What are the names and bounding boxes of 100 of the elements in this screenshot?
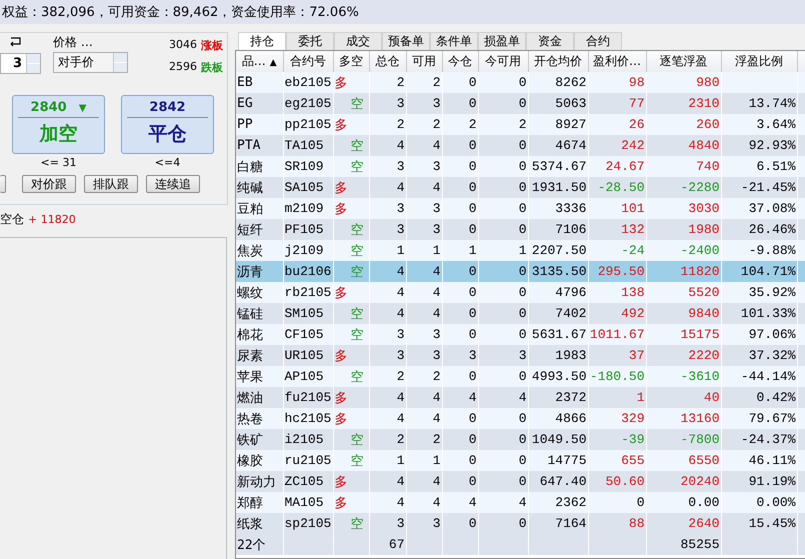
table-cell: 2 <box>518 117 526 132</box>
table-row[interactable]: PTA TA105 空 4 4 0 0 4674 242 4840 92.93% <box>236 135 805 156</box>
contract-cell: ru2105 <box>284 453 332 468</box>
tab[interactable]: 委托 <box>286 32 334 50</box>
column-header[interactable]: 开仓均价 <box>528 51 588 72</box>
table-cell: 1931.50 <box>532 180 586 195</box>
column-header[interactable]: 总仓 <box>369 51 406 72</box>
price-label: 价格 … <box>53 34 94 51</box>
table-cell: 0 <box>518 306 526 321</box>
follow-button[interactable]: 排队跟 <box>84 175 138 193</box>
tab[interactable]: 损盈单 <box>478 32 526 50</box>
column-header[interactable]: 逐笔浮盈 <box>646 51 721 72</box>
table-cell: 1 <box>396 453 404 468</box>
table-row[interactable]: 焦炭 j2109 空 1 1 1 1 2207.50 -24 -2400 -9.88% <box>236 240 805 261</box>
table-row[interactable]: 锰硅 SM105 空 4 4 0 0 7402 492 9840 101.33% <box>236 303 805 324</box>
contract-cell: j2109 <box>284 243 324 258</box>
order-button[interactable]: 2842 平仓 <box>121 95 214 154</box>
spin-arrows-icon[interactable] <box>113 53 127 72</box>
column-header[interactable]: 合约号 <box>283 51 333 72</box>
table-cell: 24.67 <box>605 159 644 174</box>
table-row[interactable]: EB eb2105 多 2 2 0 0 8262 98 980 <box>236 72 805 93</box>
table-row[interactable]: 纯碱 SA105 多 4 4 0 0 1931.50 -28.50 -2280 -21.45% <box>236 177 805 198</box>
column-header[interactable]: 多空 <box>333 51 369 72</box>
table-cell: 329 <box>621 411 644 426</box>
table-cell: 9840 <box>688 306 720 321</box>
column-header[interactable]: 今仓 <box>442 51 478 72</box>
table-cell: 79.67% <box>748 411 796 426</box>
table-cell: 2 <box>432 117 440 132</box>
table-cell: 1 <box>396 243 404 258</box>
tab[interactable]: 条件单 <box>430 32 478 50</box>
table-cell: 4 <box>468 390 476 405</box>
table-row[interactable]: 苹果 AP105 空 2 2 0 0 4993.50 -180.50 -3610 -44.14% <box>236 366 805 387</box>
position-label: 空仓 <box>0 211 24 228</box>
table-cell: 2 <box>396 432 404 447</box>
partial-button[interactable] <box>0 175 6 193</box>
table-cell: 6.51% <box>756 159 796 174</box>
table-cell: 0 <box>636 495 644 510</box>
table-row[interactable]: 纸浆 sp2105 空 3 3 0 0 7164 88 2640 15.45% <box>236 513 805 534</box>
contract-cell: ZC105 <box>284 474 324 489</box>
spin-arrows-icon[interactable] <box>26 54 40 73</box>
table-cell: 5520 <box>688 285 720 300</box>
table-row[interactable]: 短纤 PF105 空 3 3 0 0 7106 132 1980 26.46% <box>236 219 805 240</box>
table-row[interactable]: 铁矿 i2105 空 2 2 0 0 1049.50 -39 -7800 -24.37% <box>236 429 805 450</box>
contract-cell: UR105 <box>284 348 324 363</box>
follow-button[interactable]: 对价跟 <box>22 175 76 193</box>
table-row[interactable]: EG eg2105 空 3 3 0 0 5063 77 2310 13.74% <box>236 93 805 114</box>
column-header[interactable]: 盈利价… <box>588 51 646 72</box>
product-cell: 苹果 <box>237 370 263 384</box>
table-row[interactable]: 郑醇 MA105 多 4 4 4 4 2362 0 0.00 0.00% <box>236 492 805 513</box>
table-row[interactable]: 新动力 ZC105 多 4 4 0 0 647.40 50.60 20240 91.19% <box>236 471 805 492</box>
table-cell: 260 <box>696 117 720 132</box>
table-cell: 3 <box>432 222 440 237</box>
tab[interactable]: 资金 <box>526 32 574 50</box>
table-cell: 2220 <box>688 348 720 363</box>
table-cell: -21.45% <box>740 180 796 195</box>
table-row[interactable]: 橡胶 ru2105 空 1 1 0 0 14775 655 6550 46.11% <box>236 450 805 471</box>
table-cell: 0 <box>518 453 526 468</box>
tab[interactable]: 持仓 <box>238 32 286 50</box>
table-cell: 3 <box>432 348 440 363</box>
table-cell: 4 <box>396 264 404 279</box>
pnl-amount: + 11820 <box>28 213 76 226</box>
quantity-spinner[interactable]: 3 <box>0 53 41 74</box>
table-cell: 0 <box>468 306 476 321</box>
table-cell: 8927 <box>555 117 586 132</box>
tab[interactable]: 合约 <box>574 32 622 50</box>
table-row[interactable]: 棉花 CF105 空 3 3 0 0 5631.67 1011.67 15175 97.06% <box>236 324 805 345</box>
table-row[interactable]: 热卷 hc2105 多 4 4 0 0 4866 329 13160 79.67% <box>236 408 805 429</box>
table-row[interactable]: 燃油 fu2105 多 4 4 4 4 2372 1 40 0.42% <box>236 387 805 408</box>
product-cell: 尿素 <box>237 348 263 364</box>
product-cell: 白糖 <box>237 160 263 174</box>
follow-button[interactable]: 连续追 <box>146 175 200 193</box>
table-cell: 13160 <box>680 411 720 426</box>
tab[interactable]: 预备单 <box>382 32 430 50</box>
table-cell: 35.92% <box>748 285 796 300</box>
table-cell: 3 <box>432 201 440 216</box>
column-header[interactable]: 品… ▲ <box>236 51 283 72</box>
table-cell: -44.14% <box>740 369 796 384</box>
column-header[interactable]: 可用 <box>406 51 442 72</box>
table-cell: 3 <box>396 222 404 237</box>
table-cell: 980 <box>696 75 720 90</box>
return-icon[interactable] <box>8 37 22 49</box>
limit-label: 涨板 <box>201 38 223 53</box>
table-row[interactable]: 豆粕 m2109 多 3 3 0 0 3336 101 3030 37.08% <box>236 198 805 219</box>
table-row[interactable]: 沥青 bu2106 空 4 4 0 0 3135.50 295.50 11820 104.71% <box>236 261 805 282</box>
table-cell: 7106 <box>555 222 586 237</box>
table-cell: 4 <box>432 411 440 426</box>
table-row[interactable]: 白糖 SR109 空 3 3 0 0 5374.67 24.67 740 6.51% <box>236 156 805 177</box>
column-header[interactable]: 浮盈比例 <box>721 51 797 72</box>
table-cell: 104.71% <box>740 264 796 279</box>
table-row[interactable]: 螺纹 rb2105 多 4 4 0 0 4796 138 5520 35.92% <box>236 282 805 303</box>
tab[interactable]: 成交 <box>334 32 382 50</box>
table-row[interactable]: PP pp2105 多 2 2 2 2 8927 26 260 3.64% <box>236 114 805 135</box>
table-cell: 1 <box>468 243 476 258</box>
table-row[interactable]: 尿素 UR105 多 3 3 3 3 1983 37 2220 37.32% <box>236 345 805 366</box>
table-cell: 2640 <box>688 516 720 531</box>
column-header[interactable]: 今可用 <box>478 51 528 72</box>
product-cell: 沥青 <box>237 264 263 280</box>
price-type-spinner[interactable]: 对手价 <box>53 52 128 73</box>
table-cell: 0 <box>468 201 476 216</box>
table-cell: 2 <box>396 75 404 90</box>
